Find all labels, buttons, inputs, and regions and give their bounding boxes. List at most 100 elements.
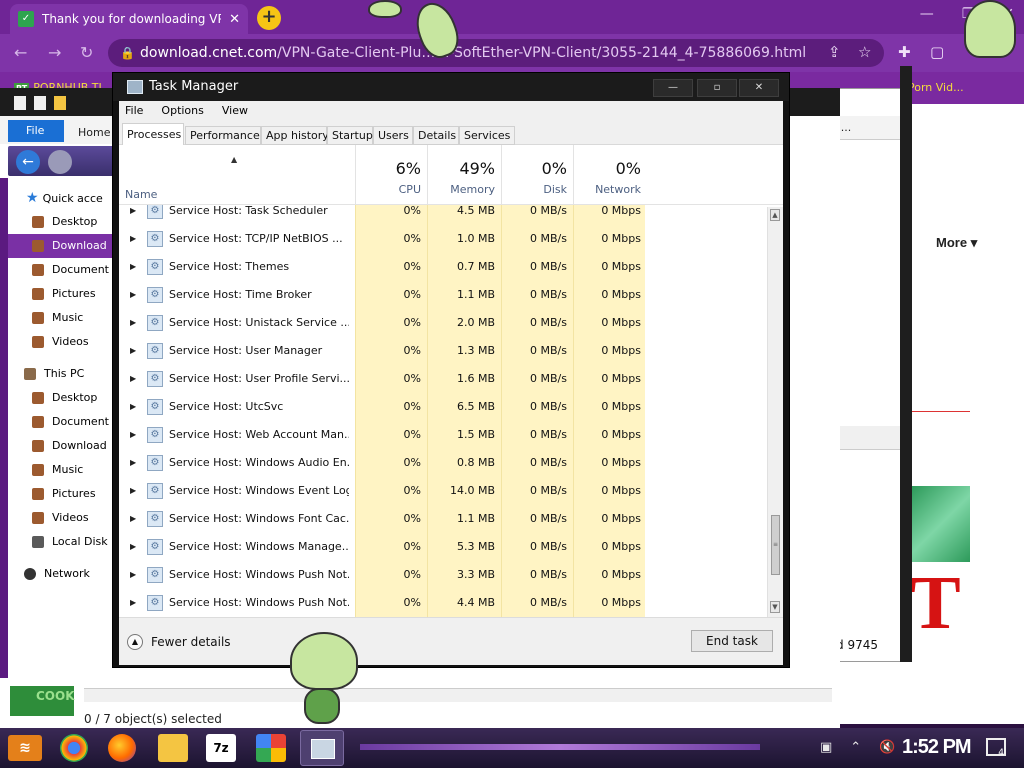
scrollbar-thumb[interactable]: ≡ — [771, 515, 780, 575]
table-row[interactable]: ▶ ⚙ Service Host: TCP/IP NetBIOS ... 0% 1.0 … — [119, 225, 769, 253]
tab-users[interactable]: Users — [373, 126, 413, 145]
notification-center-icon[interactable]: 4 — [986, 738, 1006, 758]
control-panel-taskbar-icon[interactable] — [256, 734, 286, 762]
expand-chevron-icon[interactable]: ▶ — [130, 430, 136, 439]
fewer-details-button[interactable]: ▲ Fewer details — [127, 634, 231, 650]
bookmark-star-icon[interactable]: ☆ — [858, 43, 871, 61]
tab-performance[interactable]: Performance — [185, 126, 261, 145]
close-button[interactable]: ✕ — [739, 79, 779, 97]
network-tray-icon[interactable]: ▣ — [820, 740, 832, 755]
process-disk: 0 MB/s — [530, 484, 567, 497]
share-icon[interactable]: ⇪ — [828, 43, 841, 61]
more-menu-button[interactable]: More ▾ — [936, 235, 977, 251]
expand-chevron-icon[interactable]: ▶ — [130, 486, 136, 495]
end-task-button[interactable]: End task — [691, 630, 773, 652]
table-row[interactable]: ▶ ⚙ Service Host: Unistack Service ... 0% 2.… — [119, 309, 769, 337]
expand-chevron-icon[interactable]: ▶ — [130, 206, 136, 215]
expand-chevron-icon[interactable]: ▶ — [130, 346, 136, 355]
table-row[interactable]: ▶ ⚙ Service Host: Windows Manage... 0% 5.3 M… — [119, 533, 769, 561]
expand-chevron-icon[interactable]: ▶ — [130, 234, 136, 243]
expand-chevron-icon[interactable]: ▶ — [130, 570, 136, 579]
column-header-name[interactable]: Name — [125, 188, 157, 201]
disk-icon — [32, 536, 44, 548]
cast-icon[interactable]: ▢ — [930, 43, 944, 61]
process-network: 0 Mbps — [601, 232, 641, 245]
sidebar-item-downloads[interactable]: Download — [8, 234, 114, 258]
new-folder-icon[interactable] — [54, 96, 66, 110]
tab-details[interactable]: Details — [413, 126, 459, 145]
table-row[interactable]: ▶ ⚙ Service Host: Windows Push Not... 0% 4.4… — [119, 589, 769, 617]
table-row[interactable]: ▶ ⚙ Service Host: Windows Audio En... 0% 0.8… — [119, 449, 769, 477]
task-manager-taskbar-icon[interactable] — [300, 730, 344, 766]
scroll-down-arrow-icon[interactable]: ▼ — [770, 601, 780, 613]
tab-processes[interactable]: Processes — [122, 123, 184, 146]
maximize-button[interactable]: ▫ — [697, 79, 737, 97]
column-header-memory[interactable]: 49% Memory — [427, 145, 501, 205]
process-cpu: 0% — [403, 205, 421, 217]
table-row[interactable]: ▶ ⚙ Service Host: User Profile Servi... 0% 1… — [119, 365, 769, 393]
table-row[interactable]: ▶ ⚙ Service Host: Task Scheduler 0% 4.5 MB 0 … — [119, 205, 769, 225]
sidebar-item-label: Document — [52, 263, 109, 276]
menu-file[interactable]: File — [125, 101, 143, 121]
bookmark-item[interactable]: Porn Vid... — [908, 81, 964, 94]
extensions-puzzle-icon[interactable]: ✚ — [898, 43, 911, 61]
column-header-disk[interactable]: 0% Disk — [501, 145, 573, 205]
table-row[interactable]: ▶ ⚙ Service Host: Windows Font Cac... 0% 1.1… — [119, 505, 769, 533]
ribbon-tab-home[interactable]: Home — [78, 126, 110, 139]
tab-app-history[interactable]: App history — [261, 126, 329, 145]
explorer-forward-button[interactable] — [48, 150, 72, 174]
new-tab-button[interactable]: + — [257, 6, 281, 30]
chevron-up-icon[interactable]: ⌃ — [850, 740, 861, 755]
tab-services[interactable]: Services — [459, 126, 515, 145]
expand-chevron-icon[interactable]: ▶ — [130, 374, 136, 383]
url-input[interactable]: 🔒 download.cnet.com/VPN-Gate-Client-Plu…… — [108, 39, 884, 67]
process-memory: 1.5 MB — [456, 428, 495, 441]
table-row[interactable]: ▶ ⚙ Service Host: User Manager 0% 1.3 MB 0 MB… — [119, 337, 769, 365]
table-row[interactable]: ▶ ⚙ Service Host: Themes 0% 0.7 MB 0 MB/s 0 Mb… — [119, 253, 769, 281]
menu-options[interactable]: Options — [161, 101, 203, 121]
taskbar-clock[interactable]: 1:52 PM — [902, 736, 972, 759]
table-row[interactable]: ▶ ⚙ Service Host: UtcSvc 0% 6.5 MB 0 MB/s 0 Mb… — [119, 393, 769, 421]
tab-startup[interactable]: Startup — [327, 126, 373, 145]
file-explorer-taskbar-icon[interactable] — [158, 734, 188, 762]
minimize-button[interactable]: — — [653, 79, 693, 97]
column-header-network[interactable]: 0% Network — [573, 145, 647, 205]
table-row[interactable]: ▶ ⚙ Service Host: Windows Event Log 0% 14.0 … — [119, 477, 769, 505]
scroll-up-arrow-icon[interactable]: ▲ — [770, 209, 780, 221]
service-gear-icon: ⚙ — [147, 287, 163, 303]
expand-chevron-icon[interactable]: ▶ — [130, 542, 136, 551]
service-gear-icon: ⚙ — [147, 567, 163, 583]
process-name: Service Host: Windows Audio En... — [169, 456, 349, 469]
expand-chevron-icon[interactable]: ▶ — [130, 598, 136, 607]
volume-muted-icon[interactable]: 🔇 — [879, 740, 895, 755]
chrome-taskbar-icon[interactable] — [60, 734, 88, 762]
table-row[interactable]: ▶ ⚙ Service Host: Time Broker 0% 1.1 MB 0 MB/… — [119, 281, 769, 309]
service-gear-icon: ⚙ — [147, 205, 163, 219]
cook-icon[interactable]: COOK — [10, 686, 75, 716]
expand-chevron-icon[interactable]: ▶ — [130, 262, 136, 271]
firefox-taskbar-icon[interactable] — [108, 734, 136, 762]
vertical-scrollbar[interactable]: ▲ ≡ ▼ — [767, 207, 783, 617]
forward-arrow-icon[interactable]: → — [48, 43, 61, 62]
tab-close-icon[interactable]: ✕ — [229, 12, 240, 27]
properties-icon[interactable] — [34, 96, 46, 110]
reload-icon[interactable]: ↻ — [80, 43, 93, 62]
column-header-cpu[interactable]: 6% CPU — [355, 145, 427, 205]
menu-view[interactable]: View — [222, 101, 248, 121]
7zip-taskbar-icon[interactable]: 7z — [206, 734, 236, 762]
horizontal-scrollbar[interactable] — [84, 688, 832, 702]
browser-tab-active[interactable]: ✓ Thank you for downloading VPN ✕ — [10, 4, 248, 34]
start-button[interactable]: ≋ — [8, 735, 42, 761]
ad-image[interactable] — [912, 486, 970, 562]
expand-chevron-icon[interactable]: ▶ — [130, 318, 136, 327]
table-row[interactable]: ▶ ⚙ Service Host: Windows Push Not... 0% 3.3… — [119, 561, 769, 589]
back-arrow-icon[interactable]: ← — [14, 43, 27, 62]
explorer-back-button[interactable]: ← — [16, 150, 40, 174]
expand-chevron-icon[interactable]: ▶ — [130, 514, 136, 523]
table-row[interactable]: ▶ ⚙ Service Host: Web Account Man... 0% 1.5 … — [119, 421, 769, 449]
expand-chevron-icon[interactable]: ▶ — [130, 290, 136, 299]
ribbon-tab-file[interactable]: File — [8, 120, 64, 142]
expand-chevron-icon[interactable]: ▶ — [130, 458, 136, 467]
expand-chevron-icon[interactable]: ▶ — [130, 402, 136, 411]
browser-minimize-button[interactable]: — — [920, 6, 934, 22]
